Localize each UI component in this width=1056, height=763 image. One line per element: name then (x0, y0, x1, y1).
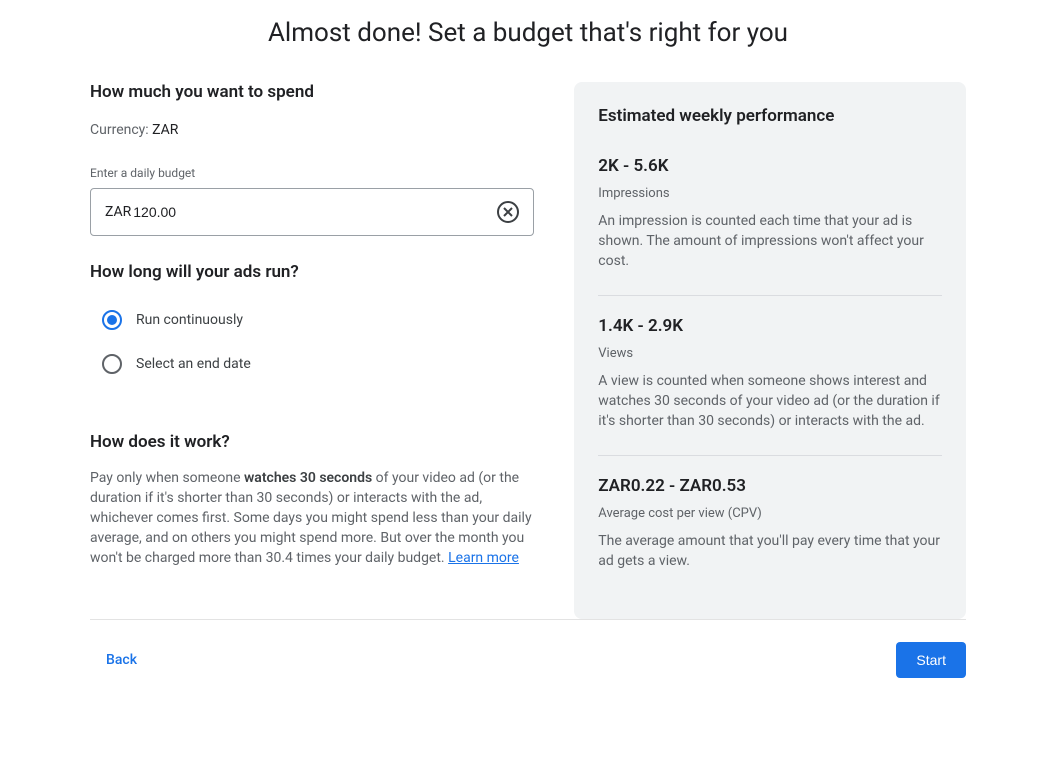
metric-name: Views (598, 346, 942, 361)
currency-value: ZAR (152, 122, 178, 138)
how-it-works-heading: How does it work? (90, 432, 534, 452)
budget-input-prefix: ZAR (105, 204, 131, 220)
how-it-works-body: Pay only when someone watches 30 seconds… (90, 468, 534, 568)
footer: Back Start (90, 620, 966, 678)
radio-select-end-date[interactable]: Select an end date (90, 342, 534, 386)
metric-name: Average cost per view (CPV) (598, 506, 942, 521)
left-column: How much you want to spend Currency: ZAR… (90, 82, 534, 619)
budget-input[interactable]: ZAR (90, 188, 534, 236)
currency-label: Currency: (90, 122, 152, 138)
back-button[interactable]: Back (90, 644, 153, 676)
radio-run-continuously[interactable]: Run continuously (90, 298, 534, 342)
metric-views: 1.4K - 2.9K Views A view is counted when… (598, 295, 942, 455)
metric-cpv: ZAR0.22 - ZAR0.53 Average cost per view … (598, 455, 942, 595)
metric-value: 1.4K - 2.9K (598, 316, 942, 336)
metric-desc: An impression is counted each time that … (598, 211, 942, 271)
currency-line: Currency: ZAR (90, 122, 534, 138)
metric-desc: The average amount that you'll pay every… (598, 531, 942, 571)
metric-desc: A view is counted when someone shows int… (598, 371, 942, 431)
metric-name: Impressions (598, 186, 942, 201)
duration-heading: How long will your ads run? (90, 262, 534, 282)
how-body-bold: watches 30 seconds (244, 470, 372, 486)
spend-heading: How much you want to spend (90, 82, 534, 102)
radio-icon-selected (102, 310, 122, 330)
budget-input-label: Enter a daily budget (90, 166, 534, 180)
radio-label-end-date: Select an end date (136, 356, 251, 372)
duration-radio-group: Run continuously Select an end date (90, 298, 534, 386)
clear-input-button[interactable] (497, 201, 519, 223)
budget-input-field[interactable] (133, 204, 497, 220)
how-body-pre: Pay only when someone (90, 470, 244, 486)
page-title: Almost done! Set a budget that's right f… (90, 18, 966, 48)
estimate-panel: Estimated weekly performance 2K - 5.6K I… (574, 82, 966, 619)
metric-value: 2K - 5.6K (598, 156, 942, 176)
estimate-heading: Estimated weekly performance (598, 106, 942, 126)
radio-icon-unselected (102, 354, 122, 374)
learn-more-link[interactable]: Learn more (448, 550, 519, 566)
metric-value: ZAR0.22 - ZAR0.53 (598, 476, 942, 496)
start-button[interactable]: Start (896, 642, 966, 678)
metric-impressions: 2K - 5.6K Impressions An impression is c… (598, 152, 942, 295)
radio-label-continuous: Run continuously (136, 312, 243, 328)
main-columns: How much you want to spend Currency: ZAR… (90, 82, 966, 620)
close-icon (503, 207, 513, 217)
